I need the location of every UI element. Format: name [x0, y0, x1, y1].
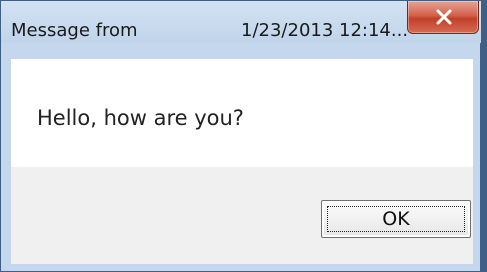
close-button[interactable]	[407, 1, 479, 34]
message-text: Hello, how are you?	[37, 106, 244, 130]
ok-button[interactable]: OK	[321, 200, 471, 238]
window-title-datetime: 1/23/2013 12:14...	[241, 20, 409, 41]
message-dialog-window: Message from 1/23/2013 12:14... Hello, h…	[0, 0, 487, 272]
window-title: Message from	[11, 20, 138, 41]
close-icon	[436, 9, 452, 25]
ok-button-label: OK	[327, 206, 465, 232]
title-bar[interactable]: Message from 1/23/2013 12:14...	[1, 1, 481, 43]
